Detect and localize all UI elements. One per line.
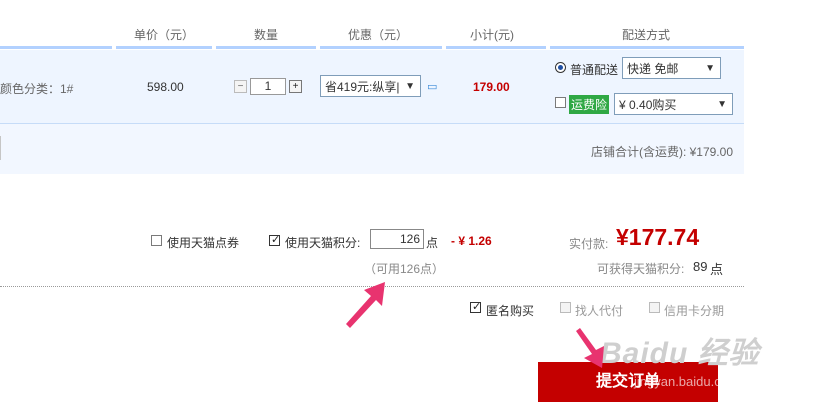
paid-amount: ¥177.74 xyxy=(616,224,700,250)
chevron-down-icon: ▼ xyxy=(405,81,415,92)
proxy-pay-checkbox[interactable] xyxy=(560,302,571,313)
header-underline xyxy=(216,46,316,49)
header-underline xyxy=(446,46,546,49)
cart-header: 单价（元） 数量 优惠（元） 小计(元) 配送方式 xyxy=(0,20,744,49)
installment-checkbox[interactable] xyxy=(649,302,660,313)
header-shipping: 配送方式 xyxy=(622,28,671,42)
chevron-down-icon: ▼ xyxy=(705,63,715,74)
points-input[interactable]: 126 xyxy=(370,229,424,249)
comment-icon[interactable]: ▭ xyxy=(427,80,437,93)
anonymous-checkbox[interactable] xyxy=(470,300,481,313)
header-unit-price: 单价（元） xyxy=(134,28,195,42)
qty-minus-button[interactable]: − xyxy=(234,80,247,93)
header-quantity: 数量 xyxy=(254,28,279,42)
earn-points-label: 可获得天猫积分: xyxy=(597,262,685,276)
watermark-url: jingyan.baidu.com xyxy=(634,374,739,389)
proxy-pay-label: 找人代付 xyxy=(575,304,624,318)
header-discount: 优惠（元） xyxy=(348,28,409,42)
freight-insurance-checkbox[interactable] xyxy=(555,97,566,108)
normal-delivery-radio[interactable] xyxy=(555,62,566,73)
shop-total-bar: 店铺合计(含运费): ¥179.00 xyxy=(0,124,744,174)
tmall-points-checkbox[interactable] xyxy=(269,233,280,246)
freight-insurance-badge: 运费险 xyxy=(569,95,610,114)
points-available-hint: （可用126点） xyxy=(364,262,445,276)
header-subtotal: 小计(元) xyxy=(470,28,514,42)
annotation-arrow-icon xyxy=(576,328,604,368)
earn-points-value: 89 xyxy=(693,259,708,274)
insurance-select[interactable]: ¥ 0.40购买 ▼ xyxy=(614,93,733,115)
header-underline xyxy=(0,46,112,49)
qty-input[interactable]: 1 xyxy=(250,78,286,95)
insurance-select-value: ¥ 0.40购买 xyxy=(619,98,677,112)
normal-delivery-label: 普通配送 xyxy=(570,63,619,77)
discount-select[interactable]: 省419元:纵享| ▼ xyxy=(320,75,421,97)
points-deduction: - ¥ 1.26 xyxy=(451,234,492,248)
paid-label: 实付款: xyxy=(569,237,609,251)
discount-select-value: 省419元:纵享| xyxy=(325,80,400,94)
earn-points-unit: 点 xyxy=(710,262,724,277)
header-underline xyxy=(320,46,442,49)
qty-plus-button[interactable]: + xyxy=(289,80,302,93)
anonymous-label: 匿名购买 xyxy=(486,304,535,318)
cart-item-row: 颜色分类：1# 598.00 − 1 + 省419元:纵享| ▼ ▭ 179.0… xyxy=(0,50,744,124)
installment-label: 信用卡分期 xyxy=(664,304,725,318)
tmall-coupon-checkbox[interactable] xyxy=(151,235,162,246)
item-unit-price: 598.00 xyxy=(147,80,184,94)
tmall-coupon-label: 使用天猫点券 xyxy=(167,236,240,250)
points-unit: 点 xyxy=(426,236,439,250)
delivery-select[interactable]: 快递 免邮 ▼ xyxy=(622,57,721,79)
delivery-select-value: 快递 免邮 xyxy=(627,62,679,76)
header-underline xyxy=(116,46,212,49)
shop-total: 店铺合计(含运费): ¥179.00 xyxy=(590,145,733,159)
tmall-points-label: 使用天猫积分: xyxy=(285,236,361,250)
item-subtotal: 179.00 xyxy=(473,80,510,94)
annotation-arrow-icon xyxy=(346,282,385,328)
header-underline xyxy=(550,46,744,49)
baidu-watermark: Baidu 经验 xyxy=(600,328,760,372)
shop-divider xyxy=(0,136,1,160)
watermark-text: Baidu 经验 xyxy=(600,337,760,370)
item-spec: 颜色分类：1# xyxy=(0,82,74,96)
chevron-down-icon: ▼ xyxy=(717,99,727,110)
